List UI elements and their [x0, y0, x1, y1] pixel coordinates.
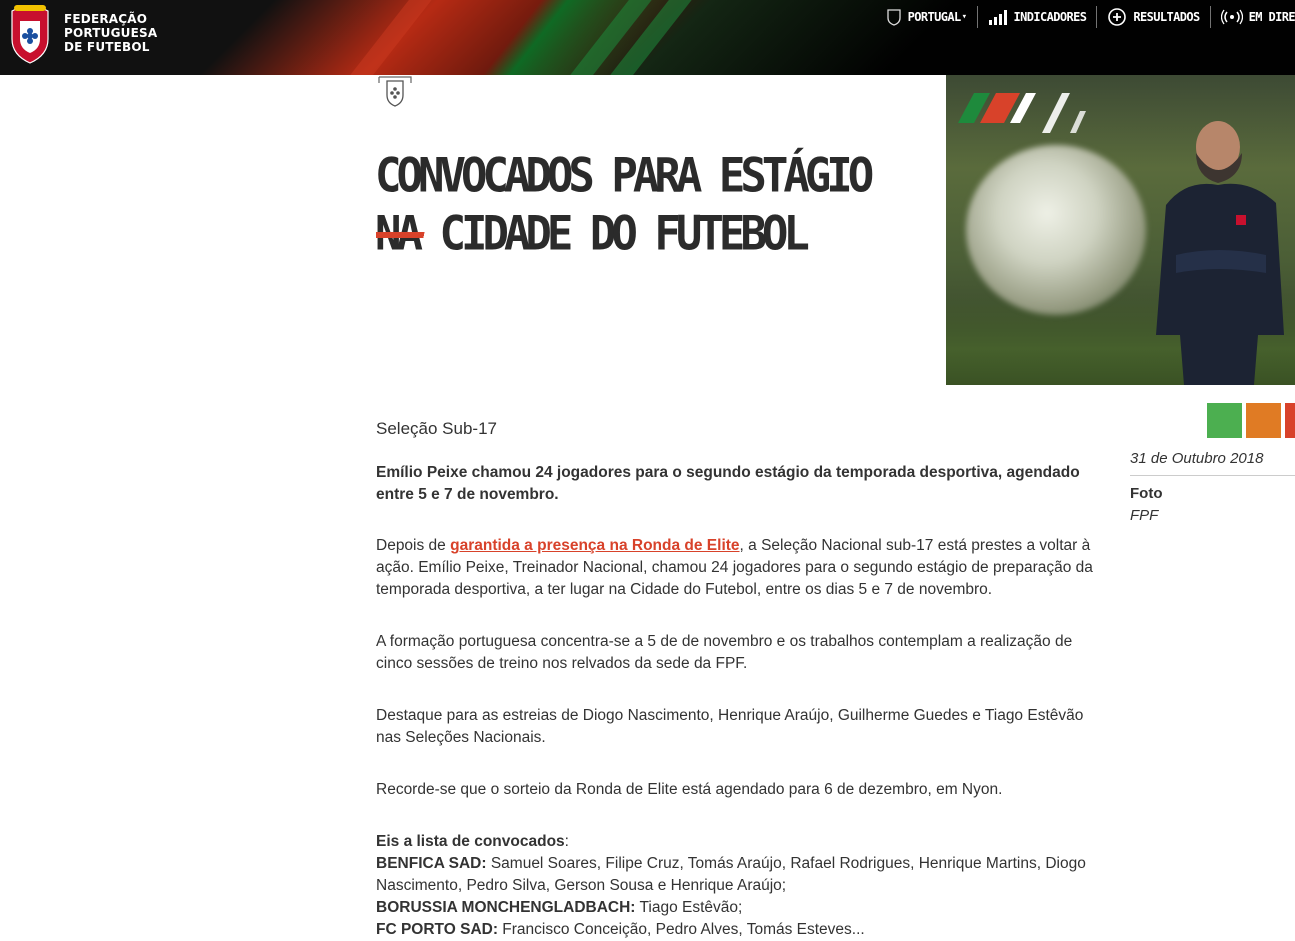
photo-ball: [966, 145, 1146, 315]
paragraph: Depois de garantida a presença na Ronda …: [376, 535, 1096, 601]
players: Francisco Conceição, Pedro Alves, Tomás …: [498, 921, 865, 938]
nav-em-direto[interactable]: EM DIRE: [1211, 6, 1295, 28]
nav-label: PORTUGAL: [907, 10, 962, 24]
title-underline: [376, 232, 432, 238]
paragraph: Destaque para as estreias de Diogo Nasci…: [376, 707, 1084, 746]
article-body: Seleção Sub-17 Emílio Peixe chamou 24 jo…: [376, 418, 1096, 941]
bar-chart-icon: [988, 10, 1007, 25]
list-item: BENFICA SAD: Samuel Soares, Filipe Cruz,…: [376, 853, 1096, 897]
top-header: FEDERAÇÃO PORTUGUESA DE FUTEBOL PORTUGAL…: [0, 0, 1295, 75]
paragraph-text: Depois de: [376, 537, 451, 554]
broadcast-icon: [1220, 9, 1243, 25]
nav-indicadores[interactable]: INDICADORES: [978, 6, 1098, 28]
section-label: Seleção Sub-17: [376, 419, 497, 438]
elite-round-link[interactable]: garantida a presença na Ronda de Elite: [450, 537, 739, 554]
club-name: BENFICA SAD:: [376, 855, 487, 872]
call-up-list: Eis a lista de convocados: BENFICA SAD: …: [376, 831, 1096, 941]
nav-resultados[interactable]: RESULTADOS: [1097, 6, 1211, 28]
paragraph: A formação portuguesa concentra-se a 5 d…: [376, 633, 1073, 672]
list-colon: :: [564, 833, 569, 850]
title-line: CONVOCADOS PARA ESTÁGIO: [375, 148, 874, 204]
brand-line: DE FUTEBOL: [64, 40, 150, 54]
list-item: FC PORTO SAD: Francisco Conceição, Pedro…: [376, 919, 1096, 941]
chevron-down-icon: ▾: [961, 12, 967, 22]
nav-portugal[interactable]: PORTUGAL ▾: [876, 6, 978, 28]
fpf-logo-icon[interactable]: [6, 3, 54, 65]
ball-plus-icon: [1108, 8, 1127, 26]
brand-line: PORTUGUESA: [64, 26, 158, 40]
brand-line: FEDERAÇÃO: [64, 12, 148, 26]
page-title: CONVOCADOS PARA ESTÁGIO NA CIDADE DO FUT…: [375, 147, 895, 264]
list-item: BORUSSIA MONCHENGLADBACH: Tiago Estêvão;: [376, 897, 1096, 919]
decor-stripe: [332, 0, 446, 75]
club-name: FC PORTO SAD:: [376, 921, 498, 938]
article-photo: [946, 75, 1295, 385]
photo-credit-value: FPF: [1130, 507, 1159, 524]
nav-label: EM DIRE: [1248, 10, 1295, 24]
article-lead: Emílio Peixe chamou 24 jogadores para o …: [376, 464, 1080, 503]
nav-label: INDICADORES: [1013, 10, 1087, 24]
paragraph: Recorde-se que o sorteio da Ronda de Eli…: [376, 781, 1003, 798]
club-name: BORUSSIA MONCHENGLADBACH:: [376, 899, 636, 916]
federation-name[interactable]: FEDERAÇÃO PORTUGUESA DE FUTEBOL: [64, 12, 157, 54]
players: Tiago Estêvão;: [635, 899, 743, 916]
share-button-red[interactable]: [1285, 403, 1295, 438]
coach-figure: [1156, 121, 1284, 385]
crest-icon: [887, 9, 901, 26]
title-line: NA CIDADE DO FUTEBOL: [375, 206, 810, 262]
list-title: Eis a lista de convocados: [376, 833, 565, 850]
article-date: 31 de Outubro 2018: [1130, 450, 1295, 476]
list-heading: Eis a lista de convocados:: [376, 831, 1096, 853]
nav-label: RESULTADOS: [1133, 10, 1200, 24]
share-button-green[interactable]: [1207, 403, 1242, 438]
top-nav: PORTUGAL ▾ INDICADORES RESULTADOS EM DIR…: [876, 6, 1295, 28]
photo-credit-label: Foto: [1130, 485, 1163, 502]
share-button-orange[interactable]: [1246, 403, 1281, 438]
crest-icon: [378, 76, 412, 107]
